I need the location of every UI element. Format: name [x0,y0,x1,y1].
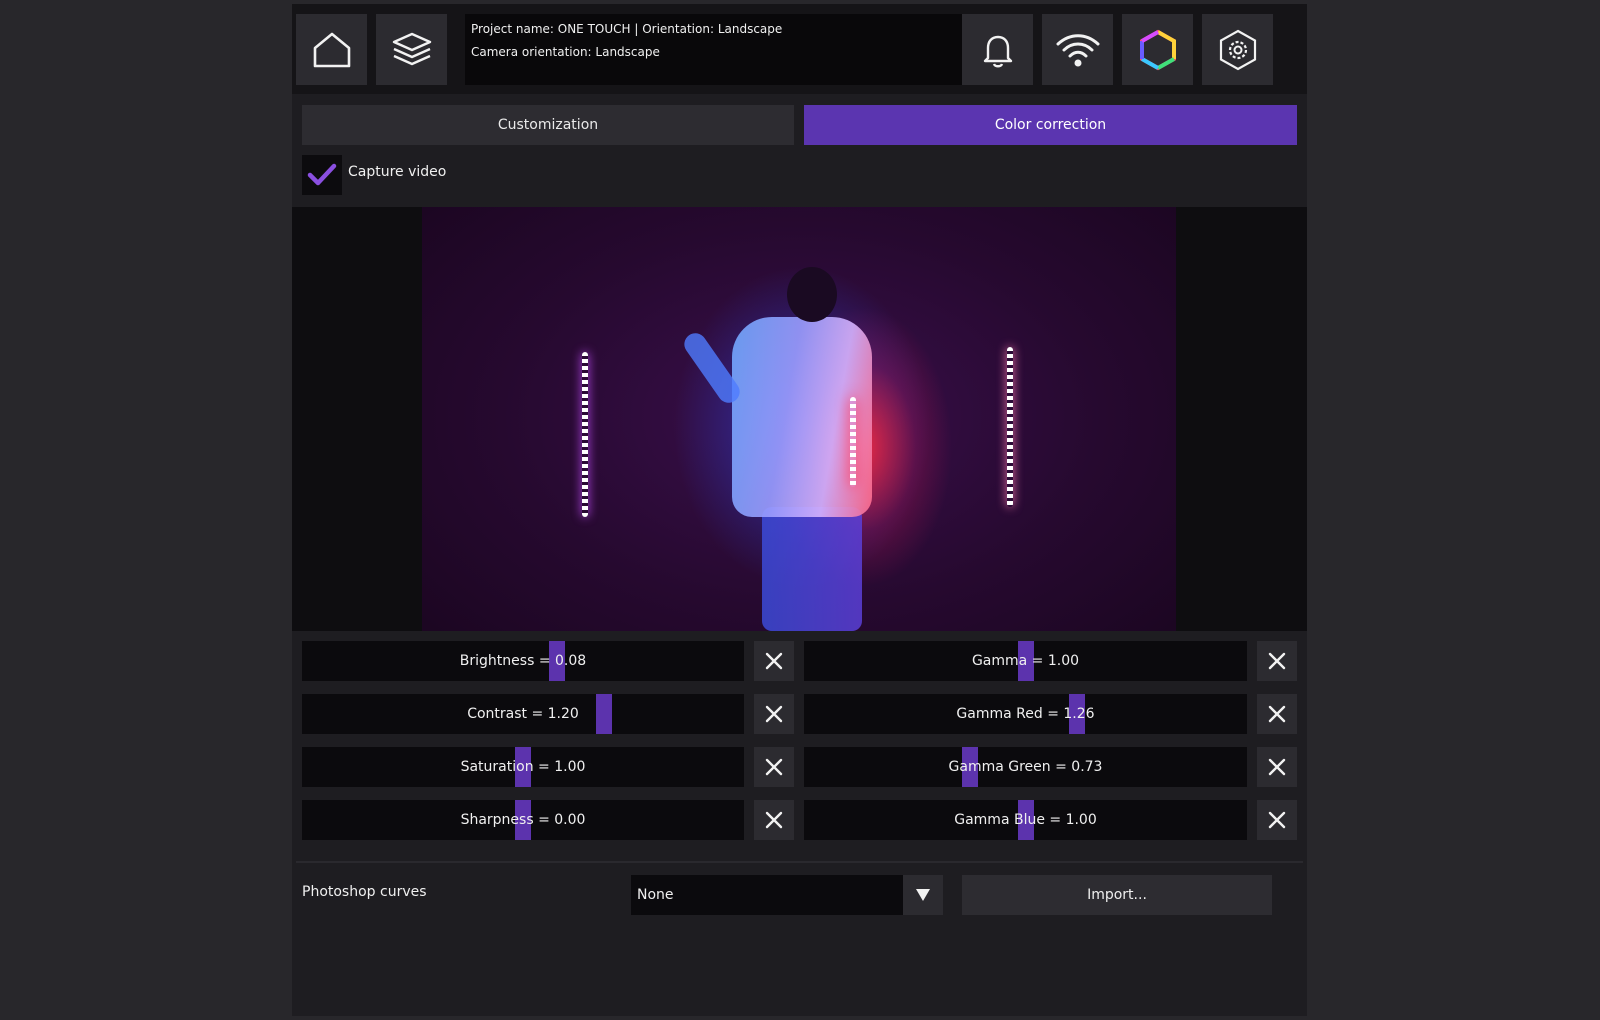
wifi-button[interactable] [1042,14,1113,85]
gamma-red-slider[interactable]: Gamma Red = 1.26 [804,694,1247,734]
notifications-button[interactable] [962,14,1033,85]
color-hexagon-icon [1139,29,1176,70]
led-strip-left [582,352,588,517]
close-icon [1268,652,1286,670]
color-theme-button[interactable] [1122,14,1193,85]
gamma-red-reset-button[interactable] [1257,694,1297,734]
capture-video-label: Capture video [348,164,447,180]
section-divider [296,861,1303,863]
gamma-slider[interactable]: Gamma = 1.00 [804,641,1247,681]
gamma-green-reset-button[interactable] [1257,747,1297,787]
person-head [787,267,837,322]
gamma-blue-slider[interactable]: Gamma Blue = 1.00 [804,800,1247,840]
close-icon [765,705,783,723]
slider-thumb[interactable] [1069,694,1085,734]
photoshop-curves-label: Photoshop curves [302,884,427,900]
home-icon [313,32,350,67]
slider-label: Contrast = 1.20 [467,706,579,722]
slider-label: Brightness = 0.08 [459,653,587,669]
capture-video-checkbox[interactable] [302,155,342,195]
home-button[interactable] [296,14,367,85]
close-icon [1268,705,1286,723]
contrast-slider[interactable]: Contrast = 1.20 [302,694,744,734]
led-strip-center [850,397,856,487]
person-legs [762,507,862,631]
tab-color-correction[interactable]: Color correction [804,105,1297,145]
sharpness-slider[interactable]: Sharpness = 0.00 [302,800,744,840]
close-icon [765,758,783,776]
layers-button[interactable] [376,14,447,85]
slider-thumb[interactable] [1018,641,1034,681]
saturation-slider[interactable]: Saturation = 1.00 [302,747,744,787]
gamma-blue-reset-button[interactable] [1257,800,1297,840]
photoshop-curves-select[interactable]: None [631,875,903,915]
app-window: Project name: ONE TOUCH | Orientation: L… [292,4,1307,1016]
contrast-reset-button[interactable] [754,694,794,734]
video-preview-area [292,207,1307,631]
slider-thumb[interactable] [515,800,531,840]
settings-button[interactable] [1202,14,1273,85]
close-icon [765,811,783,829]
brightness-reset-button[interactable] [754,641,794,681]
settings-icon [1219,29,1256,70]
wifi-icon [1056,33,1099,66]
checkmark-icon [307,163,337,186]
slider-thumb[interactable] [962,747,978,787]
close-icon [765,652,783,670]
project-info-panel: Project name: ONE TOUCH | Orientation: L… [465,14,972,85]
camera-orientation-text: Camera orientation: Landscape [471,45,660,59]
brightness-slider[interactable]: Brightness = 0.08 [302,641,744,681]
slider-thumb[interactable] [1018,800,1034,840]
top-toolbar: Project name: ONE TOUCH | Orientation: L… [292,4,1307,94]
curves-dropdown-button[interactable] [903,875,943,915]
close-icon [1268,811,1286,829]
video-preview [422,207,1176,631]
gamma-green-slider[interactable]: Gamma Green = 0.73 [804,747,1247,787]
slider-label: Gamma Red = 1.26 [956,706,1095,722]
led-strip-right [1007,347,1013,507]
sharpness-reset-button[interactable] [754,800,794,840]
gamma-reset-button[interactable] [1257,641,1297,681]
layers-icon [392,32,431,65]
slider-thumb[interactable] [515,747,531,787]
project-info-text: Project name: ONE TOUCH | Orientation: L… [471,22,783,36]
slider-thumb[interactable] [549,641,565,681]
triangle-down-icon [916,889,930,901]
saturation-reset-button[interactable] [754,747,794,787]
close-icon [1268,758,1286,776]
import-button[interactable]: Import... [962,875,1272,915]
slider-thumb[interactable] [596,694,612,734]
bell-icon [983,35,1012,67]
slider-label: Gamma Green = 0.73 [948,759,1103,775]
tab-customization[interactable]: Customization [302,105,794,145]
